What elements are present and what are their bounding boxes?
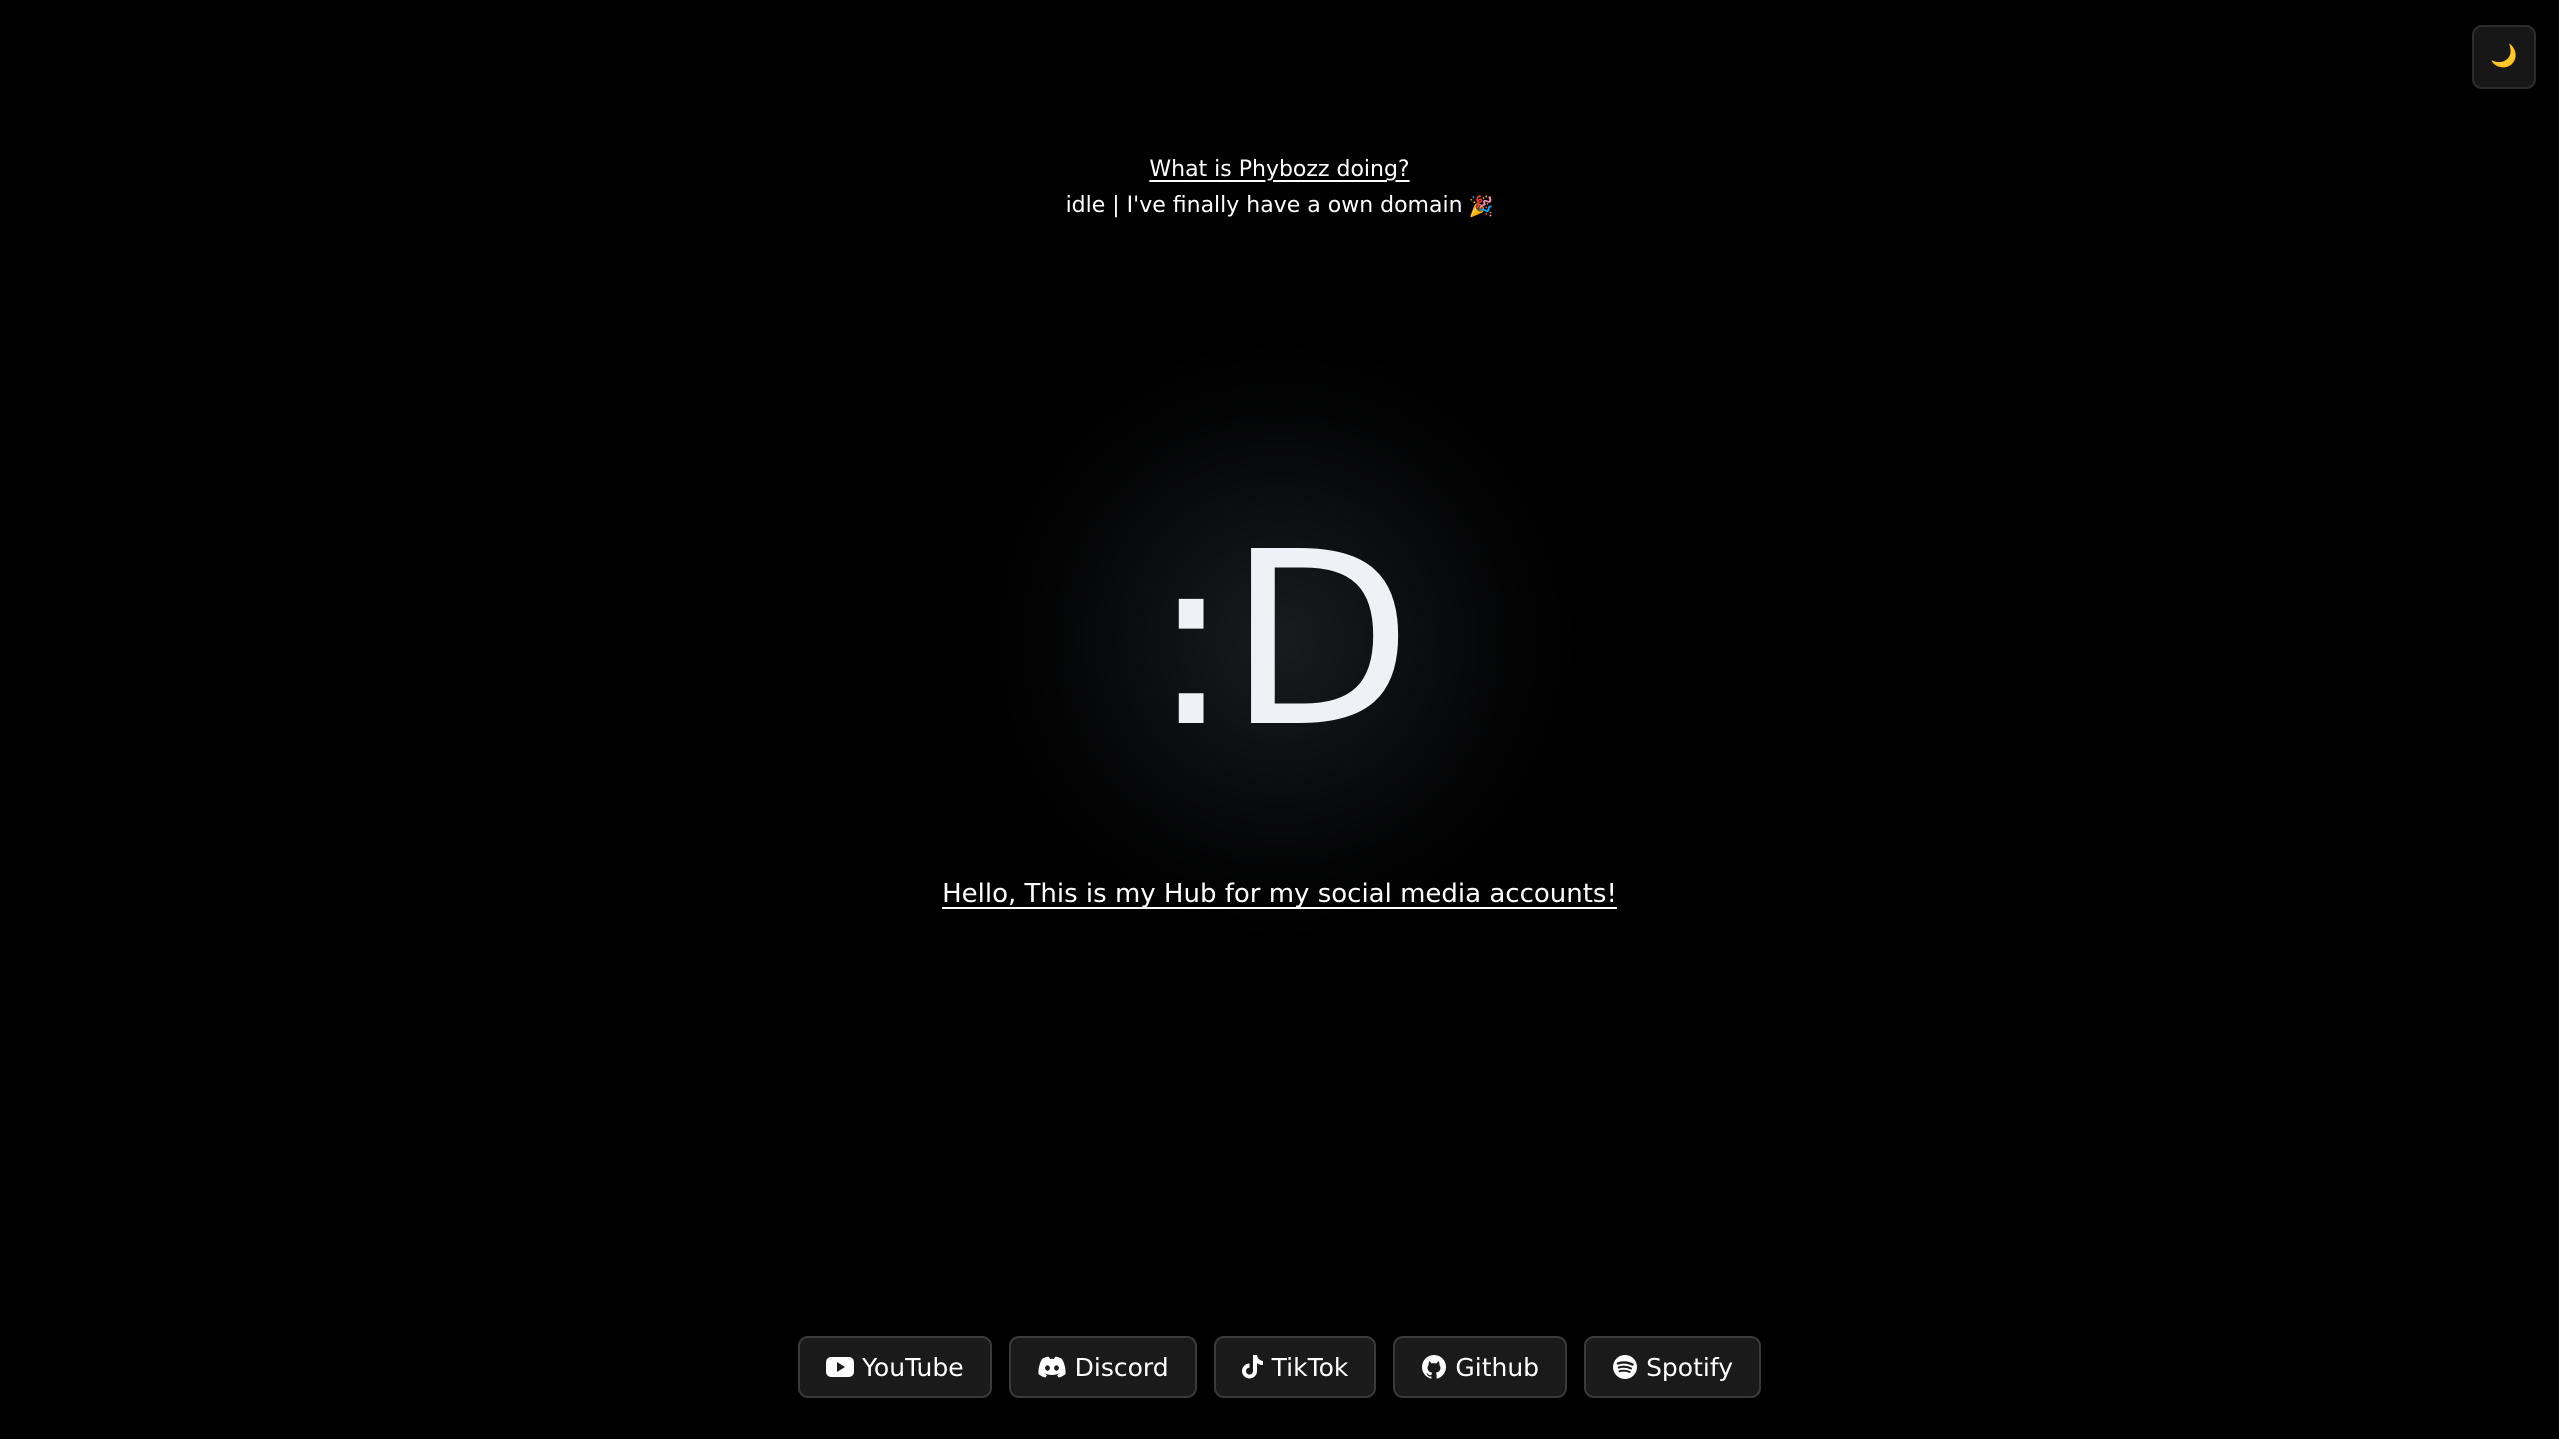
github-icon	[1421, 1354, 1447, 1380]
hub-description-link[interactable]: Hello, This is my Hub for my social medi…	[942, 879, 1617, 909]
tiktok-icon	[1241, 1354, 1264, 1380]
youtube-icon	[825, 1356, 854, 1378]
hub-description: Hello, This is my Hub for my social medi…	[0, 876, 2559, 912]
status-line: idle | I've finally have a own domain 🎉	[0, 190, 2559, 222]
spotify-button[interactable]: Spotify	[1584, 1336, 1762, 1398]
moon-icon: 🌙	[2490, 44, 2518, 69]
avatar-face: :D	[1150, 500, 1413, 780]
page: 🌙 What is Phybozz doing? idle | I've fin…	[0, 0, 2559, 1439]
discord-icon	[1037, 1355, 1067, 1379]
discord-label: Discord	[1074, 1352, 1169, 1382]
tiktok-label: TikTok	[1271, 1352, 1349, 1382]
youtube-button[interactable]: YouTube	[797, 1336, 992, 1398]
party-popper-icon: 🎉	[1468, 194, 1494, 218]
spotify-label: Spotify	[1646, 1352, 1734, 1382]
theme-toggle-button[interactable]: 🌙	[2472, 25, 2536, 89]
tiktok-button[interactable]: TikTok	[1213, 1336, 1377, 1398]
status-text: idle | I've finally have a own domain	[1065, 193, 1463, 218]
social-links: YouTube Discord TikTok Github Spotify	[0, 1336, 2559, 1398]
status-title-link[interactable]: What is Phybozz doing?	[1149, 154, 1409, 186]
discord-button[interactable]: Discord	[1008, 1336, 1197, 1398]
github-button[interactable]: Github	[1393, 1336, 1568, 1398]
spotify-icon	[1612, 1354, 1638, 1380]
youtube-label: YouTube	[861, 1352, 964, 1382]
status-section: What is Phybozz doing? idle | I've final…	[0, 154, 2559, 222]
github-label: Github	[1455, 1352, 1540, 1382]
